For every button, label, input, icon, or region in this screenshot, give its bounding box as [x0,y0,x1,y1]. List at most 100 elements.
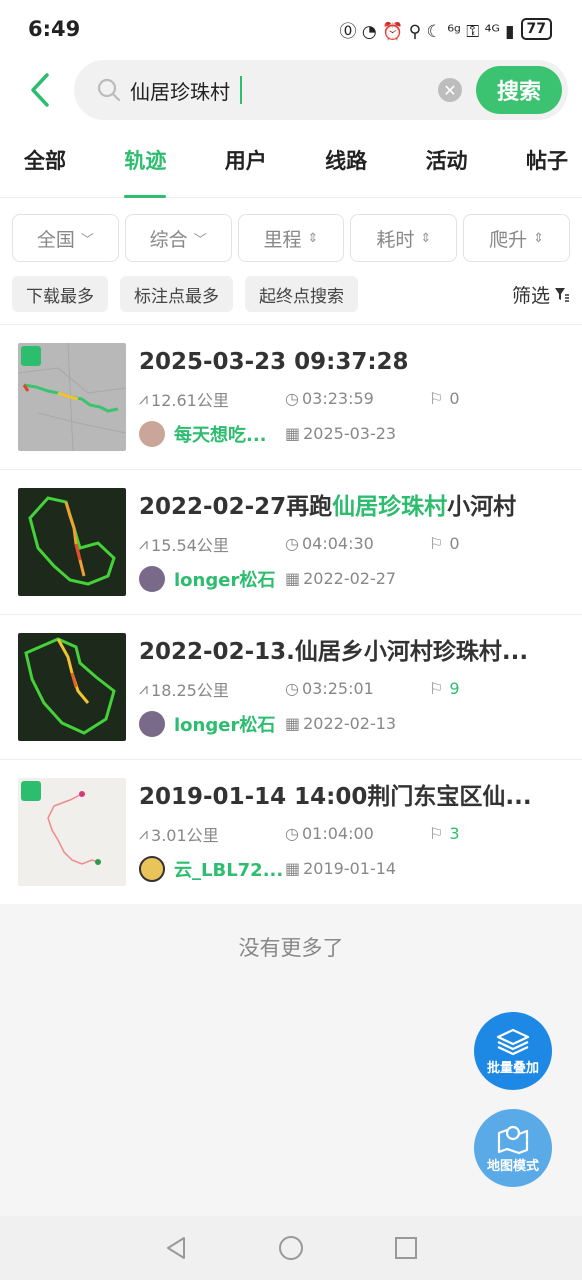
distance-value: 15.54公里 [151,535,229,555]
chip-start-end-search[interactable]: 起终点搜索 [245,276,358,312]
calendar-icon: ▦ [285,714,301,733]
duration-value: 03:25:01 [301,679,374,698]
tab-routes[interactable]: 线路 [325,122,367,198]
date-stat: ▦ 2022-02-13 [285,714,429,733]
distance-value: 12.61公里 [151,390,229,410]
status-icons: ⓪ ◔ ⏰ ⚲ ☾ ⁶ᵍ ⚿ ⁴ᴳ ▮ 77 [339,17,552,42]
end-of-list-text: 没有更多了 [238,936,344,960]
distance-stat: ⩘ 18.25公里 [139,677,285,701]
duration-sort[interactable]: 耗时 ⇕ [350,214,458,262]
track-title-text: 2019-01-14 14:00荆门东宝区仙... [139,784,532,810]
track-title-highlight: 仙居珍珠村 [332,494,448,520]
back-button[interactable] [20,68,60,112]
list-item[interactable]: 2019-01-14 14:00荆门东宝区仙... ⩘ 3.01公里 ◷ 01:04… [0,759,582,904]
layers-icon [496,1028,530,1055]
distance-stat: ⩘ 12.61公里 [139,387,285,411]
track-title: 2025-03-23 09:37:28 [139,343,564,381]
chip-most-markers[interactable]: 标注点最多 [120,276,233,312]
duration-stat: ◷ 04:04:30 [285,534,429,553]
track-date: 2022-02-27 [303,569,397,588]
sort-arrows-icon: ⇕ [420,230,432,246]
marker-stat: ⚐ 0 [429,389,460,408]
marker-stat: ⚐ 9 [429,679,460,698]
status-indicator-icons: ⓪ ◔ ⏰ ⚲ ☾ ⁶ᵍ ⚿ ⁴ᴳ ▮ [339,21,515,42]
dropdown-label: 综合 [149,228,188,251]
nav-back-icon[interactable] [164,1235,188,1261]
distance-value: 18.25公里 [151,680,229,700]
track-title: 2022-02-27再跑仙居珍珠村小河村 [139,488,564,526]
filter-icon [555,288,569,302]
nav-home-icon[interactable] [278,1235,304,1261]
duration-value: 04:04:30 [301,534,374,553]
calendar-icon: ▦ [285,424,301,443]
search-button[interactable]: 搜索 [476,66,562,114]
distance-sort[interactable]: 里程 ⇕ [237,214,345,262]
battery-icon: 77 [520,18,552,40]
map-icon [497,1125,529,1154]
sort-arrows-icon: ⇕ [307,230,319,246]
track-title-text: 小河村 [447,494,517,520]
track-date: 2025-03-23 [303,424,397,443]
clear-input-icon[interactable]: ✕ [438,78,462,102]
marker-stat: ⚐ 0 [429,534,460,553]
track-stats: ⩘ 3.01公里 ◷ 01:04:00 ⚐ 3 [139,816,564,851]
filter-label: 筛选 [511,284,550,307]
batch-overlay-button[interactable]: 批量叠加 [474,1012,552,1090]
tab-all[interactable]: 全部 [24,122,66,198]
region-dropdown[interactable]: 全国 ﹀ [12,214,119,262]
batch-overlay-label: 批量叠加 [486,1060,539,1076]
author[interactable]: 每天想吃... [139,420,285,447]
flag-icon: ⚐ [429,389,444,408]
flag-icon: ⚐ [429,679,444,698]
road-icon: ⩘ [139,533,149,553]
marker-count: 3 [449,824,460,843]
track-info: 2019-01-14 14:00荆门东宝区仙... ⩘ 3.01公里 ◷ 01:04… [139,778,564,904]
track-date: 2019-01-14 [303,859,397,878]
overall-dropdown[interactable]: 综合 ﹀ [124,214,232,262]
chevron-left-icon [31,73,49,107]
category-tabs: 全部 轨迹 用户 线路 活动 帖子 [0,122,582,198]
chevron-down-icon: ﹀ [80,232,94,248]
sort-arrows-icon: ⇕ [533,230,545,246]
marker-stat: ⚐ 3 [429,824,460,843]
chip-most-downloads[interactable]: 下载最多 [12,276,108,312]
tab-posts[interactable]: 帖子 [526,122,568,198]
dropdown-label: 里程 [263,228,302,251]
text-caret [240,76,242,104]
tab-users[interactable]: 用户 [225,122,267,198]
clock-icon: ◷ [285,389,299,408]
author[interactable]: longer松石 [139,710,285,737]
tab-tracks[interactable]: 轨迹 [124,122,167,198]
track-author-row: 每天想吃... ▦ 2025-03-23 [139,416,564,451]
tab-events[interactable]: 活动 [426,122,468,198]
list-item[interactable]: 2025-03-23 09:37:28 ⩘ 12.61公里 ◷ 03:23:59 ⚐… [0,324,582,469]
search-icon [97,78,121,102]
road-icon: ⩘ [139,678,149,698]
dropdown-label: 全国 [36,228,75,251]
chevron-down-icon: ﹀ [193,232,207,248]
avatar [139,855,165,882]
track-list: 2025-03-23 09:37:28 ⩘ 12.61公里 ◷ 03:23:59 ⚐… [0,324,582,904]
nav-recents-icon[interactable] [394,1236,418,1260]
track-thumbnail [18,343,126,451]
search-row: ✕ 搜索 [0,58,582,122]
filter-button[interactable]: 筛选 [512,281,570,308]
list-item[interactable]: 2022-02-27再跑仙居珍珠村小河村 ⩘ 15.54公里 ◷ 04:04:30 … [0,469,582,614]
search-input[interactable] [130,78,438,102]
track-stats: ⩘ 18.25公里 ◷ 03:25:01 ⚐ 9 [139,671,564,706]
duration-stat: ◷ 03:23:59 [285,389,429,408]
marker-count: 0 [449,534,460,553]
list-item[interactable]: 2022-02-13.仙居乡小河村珍珠村... ⩘ 18.25公里 ◷ 03:25:… [0,614,582,759]
distance-stat: ⩘ 3.01公里 [139,822,285,846]
author[interactable]: 云_LBL72... [139,855,285,882]
distance-value: 3.01公里 [151,825,219,845]
calendar-icon: ▦ [285,859,301,878]
author[interactable]: longer松石 [139,565,285,592]
climb-sort[interactable]: 爬升 ⇕ [463,214,570,262]
header: 6:49 ⓪ ◔ ⏰ ⚲ ☾ ⁶ᵍ ⚿ ⁴ᴳ ▮ 77 ✕ 搜索 全部 轨迹 用… [0,0,582,198]
track-date: 2022-02-13 [303,714,397,733]
author-name: longer松石 [174,569,276,591]
marker-count: 9 [449,679,460,698]
map-mode-button[interactable]: 地图模式 [474,1109,552,1187]
track-title: 2019-01-14 14:00荆门东宝区仙... [139,778,564,816]
